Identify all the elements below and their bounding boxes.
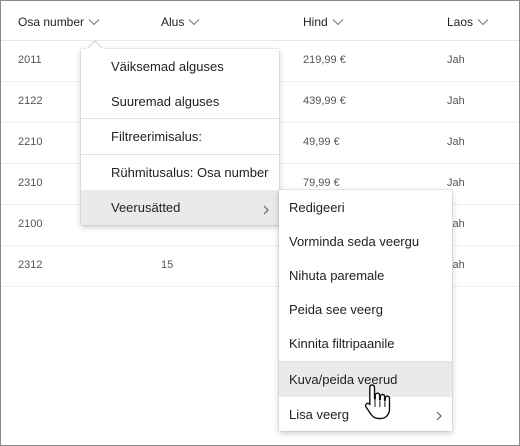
column-header-label: Alus xyxy=(161,15,185,29)
column-header-osa-number[interactable]: Osa number xyxy=(18,15,100,29)
chevron-right-icon xyxy=(263,203,269,214)
cell-osa-number: 2100 xyxy=(18,218,43,230)
menu-item-label: Kinnita filtripaanile xyxy=(289,335,395,351)
column-header-row: Osa number Alus Hind Laos xyxy=(1,1,519,41)
menu-item-label: Peida see veerg xyxy=(289,301,383,317)
cell-osa-number: 2011 xyxy=(18,54,42,66)
menu-item-label: Lisa veerg xyxy=(289,406,349,422)
chevron-right-icon xyxy=(436,409,442,421)
cell-hind: 439,99 € xyxy=(303,95,346,107)
menu-item-label: Nihuta paremale xyxy=(289,267,385,283)
cell-hind: 49,99 € xyxy=(303,136,340,148)
menu-item-label: Suuremad alguses xyxy=(111,93,220,109)
menu-item-sort-ascending[interactable]: Väiksemad alguses xyxy=(81,49,279,84)
chevron-down-icon xyxy=(332,18,344,26)
cell-laos: Jah xyxy=(447,95,465,107)
column-header-label: Laos xyxy=(447,15,474,29)
menu-item-group-by[interactable]: Rühmitusalus: Osa number xyxy=(81,155,279,190)
cell-laos: Jah xyxy=(447,177,465,189)
chevron-down-icon xyxy=(477,18,489,26)
cell-alus: 15 xyxy=(161,259,174,271)
menu-item-hide-column[interactable]: Peida see veerg xyxy=(279,292,452,326)
menu-item-label: Väiksemad alguses xyxy=(111,59,224,74)
hand-cursor-icon xyxy=(364,384,391,420)
menu-item-edit[interactable]: Redigeeri xyxy=(279,190,452,224)
menu-item-column-settings[interactable]: Veerusätted xyxy=(81,190,279,225)
column-header-label: Hind xyxy=(303,15,328,29)
cell-hind: 219,99 € xyxy=(303,54,346,66)
column-header-alus[interactable]: Alus xyxy=(161,15,200,29)
menu-item-label: Filtreerimisalus: xyxy=(111,129,203,144)
cell-hind: 79,99 € xyxy=(303,177,340,189)
menu-item-label: Redigeeri xyxy=(289,199,345,215)
cell-laos: Jah xyxy=(447,136,465,148)
menu-item-label: Veerusätted xyxy=(111,200,181,215)
menu-pointer xyxy=(87,40,103,49)
cell-osa-number: 2210 xyxy=(18,136,43,148)
cell-osa-number: 2312 xyxy=(18,259,43,271)
column-header-laos[interactable]: Laos xyxy=(447,15,489,29)
menu-item-label: Vorminda seda veergu xyxy=(289,233,420,249)
menu-item-format-column[interactable]: Vorminda seda veergu xyxy=(279,224,452,258)
chevron-down-icon xyxy=(88,18,100,26)
column-header-hind[interactable]: Hind xyxy=(303,15,344,29)
menu-item-label: Rühmitusalus: Osa number xyxy=(111,165,269,180)
cell-osa-number: 2122 xyxy=(18,95,43,107)
column-menu: Väiksemad alguses Suuremad alguses Filtr… xyxy=(81,49,279,225)
cell-laos: Jah xyxy=(447,54,465,66)
menu-item-pin-to-filters[interactable]: Kinnita filtripaanile xyxy=(279,326,452,360)
chevron-down-icon xyxy=(188,18,200,26)
menu-item-sort-descending[interactable]: Suuremad alguses xyxy=(81,84,279,118)
menu-item-filter-by[interactable]: Filtreerimisalus: xyxy=(81,119,279,154)
menu-item-move-right[interactable]: Nihuta paremale xyxy=(279,258,452,292)
cell-osa-number: 2310 xyxy=(18,177,43,189)
list-view: Osa number Alus Hind Laos 2011 219,99 € … xyxy=(0,0,520,446)
column-header-label: Osa number xyxy=(18,15,85,29)
